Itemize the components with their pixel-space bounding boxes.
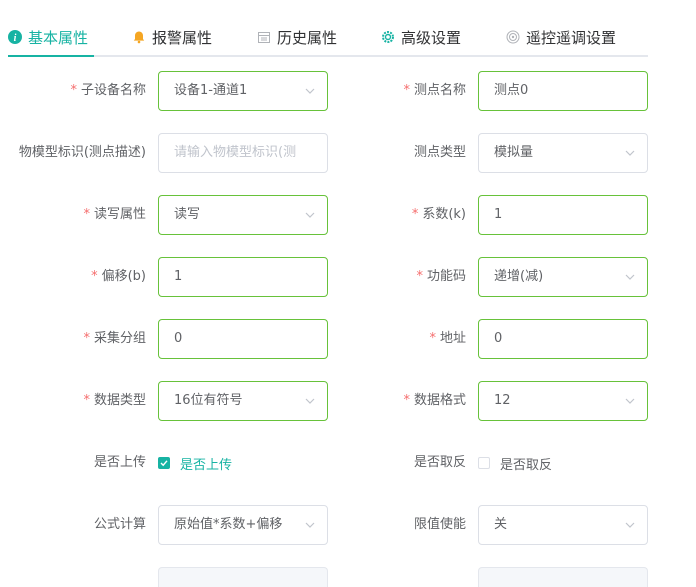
invert-checkbox-label: 是否取反 <box>500 457 553 473</box>
collect-group-label: * 采集分组 <box>83 331 146 346</box>
data-type-select[interactable]: 16位有符号 <box>158 381 328 421</box>
svg-text:i: i <box>14 33 17 44</box>
function-code-label: * 功能码 <box>416 269 466 284</box>
formula-select[interactable]: 原始值*系数+偏移 <box>158 505 328 545</box>
point-type-label: 测点类型 <box>413 145 466 160</box>
checkmark-icon <box>158 457 170 469</box>
upload-label: 是否上传 <box>93 455 146 470</box>
gear-icon <box>381 30 395 44</box>
address-input[interactable]: 0 <box>478 319 648 359</box>
function-code-select[interactable]: 递增(减) <box>478 257 648 297</box>
model-id-label: 物模型标识(测点描述) <box>18 145 146 160</box>
info-circle-icon: i <box>8 30 22 44</box>
data-type-label: * 数据类型 <box>83 393 146 408</box>
chevron-down-icon <box>305 212 315 218</box>
upload-checkbox[interactable]: 是否上传 <box>158 443 232 483</box>
tab-alarm-properties[interactable]: 报警属性 <box>132 24 212 50</box>
point-name-input[interactable]: 测点0 <box>478 71 648 111</box>
tab-history-properties[interactable]: 历史属性 <box>257 24 337 50</box>
coefficient-input[interactable]: 1 <box>478 195 648 235</box>
upload-checkbox-label: 是否上传 <box>180 457 233 473</box>
chevron-down-icon <box>625 150 635 156</box>
data-format-select[interactable]: 12 <box>478 381 648 421</box>
tab-advanced-settings[interactable]: 高级设置 <box>381 24 461 50</box>
point-name-label: * 测点名称 <box>403 83 466 98</box>
sub-device-name-select[interactable]: 设备1-通道1 <box>158 71 328 111</box>
sub-device-name-label: * 子设备名称 <box>70 83 146 98</box>
address-label: * 地址 <box>429 331 466 346</box>
tab-label: 报警属性 <box>152 28 213 47</box>
rw-attr-label: * 读写属性 <box>83 207 146 222</box>
chevron-down-icon <box>625 274 635 280</box>
calendar-icon <box>257 30 271 44</box>
rw-attr-select[interactable]: 读写 <box>158 195 328 235</box>
active-tab-indicator <box>8 55 94 57</box>
coefficient-label: * 系数(k) <box>411 207 466 222</box>
next-row-field-right[interactable] <box>478 567 648 587</box>
offset-input[interactable]: 1 <box>158 257 328 297</box>
checkbox-box <box>478 457 490 469</box>
tab-label: 历史属性 <box>277 28 338 47</box>
next-row-field-left[interactable] <box>158 567 328 587</box>
chevron-down-icon <box>625 522 635 528</box>
chevron-down-icon <box>305 398 315 404</box>
model-id-input[interactable]: 请输入物模型标识(测 <box>158 133 328 173</box>
point-type-select[interactable]: 模拟量 <box>478 133 648 173</box>
data-format-label: * 数据格式 <box>403 393 466 408</box>
limit-enable-label: 限值使能 <box>413 517 466 532</box>
tab-remote-control-settings[interactable]: 遥控遥调设置 <box>506 24 616 50</box>
target-icon <box>506 30 520 44</box>
limit-enable-select[interactable]: 关 <box>478 505 648 545</box>
chevron-down-icon <box>625 398 635 404</box>
tab-label: 遥控遥调设置 <box>526 28 617 47</box>
collect-group-input[interactable]: 0 <box>158 319 328 359</box>
chevron-down-icon <box>305 88 315 94</box>
tab-label: 基本属性 <box>28 28 89 47</box>
tab-basic-properties[interactable]: i 基本属性 <box>8 24 88 50</box>
chevron-down-icon <box>305 522 315 528</box>
tab-label: 高级设置 <box>401 28 462 47</box>
invert-label: 是否取反 <box>413 455 466 470</box>
offset-label: * 偏移(b) <box>91 269 146 284</box>
formula-label: 公式计算 <box>93 517 146 532</box>
tab-bar: i 基本属性 报警属性 历史属性 高级设置 遥控遥调设置 <box>8 0 648 57</box>
bell-icon <box>132 30 146 44</box>
invert-checkbox[interactable]: 是否取反 <box>478 443 552 483</box>
